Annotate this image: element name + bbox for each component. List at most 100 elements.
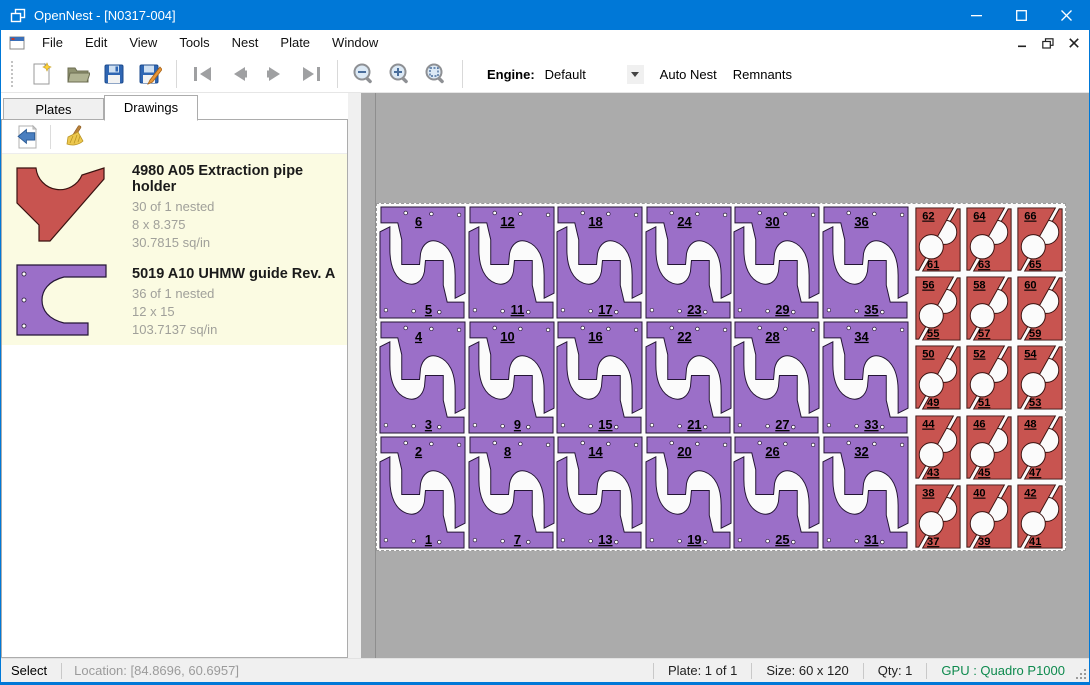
red-part-pair[interactable]: 4847 [1015,414,1065,481]
first-plate-icon[interactable] [185,59,221,89]
red-part-pair[interactable]: 46 45 [964,414,1014,481]
next-plate-icon[interactable] [257,59,293,89]
svg-text:15: 15 [598,417,612,432]
mdi-restore-icon[interactable] [1037,33,1059,53]
previous-plate-icon[interactable] [221,59,257,89]
zoom-in-icon[interactable] [382,59,418,89]
purple-part-pair[interactable]: 2827 [733,321,820,434]
purple-part-pair[interactable]: 2625 [733,436,820,549]
red-part-pair[interactable]: 6059 [1015,275,1065,342]
svg-text:45: 45 [978,467,990,479]
plate[interactable]: 6512111817242330293635431091615222128273… [376,203,1066,551]
engine-value[interactable]: Default [545,67,623,82]
drawing-thumbnail-red [14,159,114,252]
red-part-pair[interactable]: 4443 [913,414,963,481]
svg-text:31: 31 [864,532,878,547]
nest-canvas[interactable]: 6512111817242330293635431091615222128273… [361,93,1089,658]
svg-text:43: 43 [927,467,939,479]
drawing-title: 5019 A10 UHMW guide Rev. A [132,266,335,282]
red-part-pair[interactable]: 6261 [913,206,963,273]
remnants-button[interactable]: Remnants [733,67,792,82]
red-part-pair[interactable]: 5453 [1015,344,1065,411]
purple-part-pair[interactable]: 2221 [645,321,732,434]
svg-text:53: 53 [1029,397,1041,409]
menu-tools[interactable]: Tools [168,30,220,56]
drawing-area: 30.7815 sq/in [132,234,343,252]
purple-part-pair[interactable]: 109 [468,321,555,434]
red-part-pair[interactable]: 5857 [964,275,1014,342]
maximize-icon[interactable] [999,0,1044,30]
purple-part-pair[interactable]: 1211 [468,206,555,319]
svg-text:51: 51 [978,397,990,409]
svg-text:7: 7 [513,532,520,547]
tab-plates[interactable]: Plates [3,98,104,120]
tab-drawings[interactable]: Drawings [104,95,198,121]
red-part-pair[interactable]: 5049 [913,344,963,411]
close-icon[interactable] [1044,0,1089,30]
drawing-item-uhmw-guide[interactable]: 5019 A10 UHMW guide Rev. A 36 of 1 neste… [2,257,347,345]
panel-splitter[interactable] [348,93,361,658]
resize-grip-icon[interactable] [1075,659,1089,682]
red-part-pair[interactable]: 6463 [964,206,1014,273]
svg-text:33: 33 [864,417,878,432]
svg-text:10: 10 [500,329,514,344]
purple-part-pair[interactable]: 43 [379,321,466,434]
zoom-out-icon[interactable] [346,59,382,89]
red-part-pair[interactable]: 4241 [1015,483,1065,550]
zoom-fit-icon[interactable] [418,59,454,89]
toolbar-grip[interactable] [11,61,16,87]
svg-text:64: 64 [973,211,986,223]
purple-part-pair[interactable]: 2423 [645,206,732,319]
menu-view[interactable]: View [118,30,168,56]
purple-part-pair[interactable]: 3231 [822,436,909,549]
clear-broom-icon[interactable] [57,123,91,151]
purple-part-pair[interactable]: 87 [468,436,555,549]
mdi-close-icon[interactable] [1063,33,1085,53]
red-part-pair[interactable]: 6665 [1015,206,1065,273]
status-size: Size: 60 x 120 [752,663,862,678]
svg-text:25: 25 [776,532,790,547]
red-part-pair[interactable]: 3837 [913,483,963,550]
save-as-icon[interactable] [132,59,168,89]
purple-part-pair[interactable]: 2019 [645,436,732,549]
auto-nest-button[interactable]: Auto Nest [660,67,717,82]
red-part-pair[interactable]: 5655 [913,275,963,342]
last-plate-icon[interactable] [293,59,329,89]
svg-text:22: 22 [677,329,691,344]
mdi-minimize-icon[interactable] [1011,33,1033,53]
purple-part-pair[interactable]: 3433 [822,321,909,434]
purple-part-pair[interactable]: 1817 [556,206,643,319]
purple-part-pair[interactable]: 3635 [822,206,909,319]
status-qty: Qty: 1 [864,663,927,678]
open-file-icon[interactable] [60,59,96,89]
new-file-icon[interactable] [24,59,60,89]
red-part-pair[interactable]: 4039 [964,483,1014,550]
drawing-thumbnail-purple [14,262,114,340]
svg-text:35: 35 [864,302,878,317]
svg-text:56: 56 [922,280,934,292]
minimize-icon[interactable] [954,0,999,30]
import-drawing-icon[interactable] [10,123,44,151]
save-icon[interactable] [96,59,132,89]
purple-part-pair[interactable]: 65 [379,206,466,319]
menu-plate[interactable]: Plate [269,30,321,56]
menu-edit[interactable]: Edit [74,30,118,56]
svg-text:19: 19 [687,532,701,547]
purple-part-pair[interactable]: 1615 [556,321,643,434]
app-icon [10,8,26,23]
document-icon[interactable] [9,36,25,50]
svg-text:20: 20 [677,444,691,459]
menu-window[interactable]: Window [321,30,389,56]
drawing-title: 4980 A05 Extraction pipe holder [132,163,343,195]
engine-dropdown-button[interactable] [627,65,644,84]
red-part-pair[interactable]: 5251 [964,344,1014,411]
svg-text:2: 2 [415,444,422,459]
svg-text:46: 46 [973,418,985,430]
svg-text:58: 58 [973,280,985,292]
purple-part-pair[interactable]: 3029 [733,206,820,319]
menu-file[interactable]: File [31,30,74,56]
menu-nest[interactable]: Nest [221,30,270,56]
purple-part-pair[interactable]: 1413 [556,436,643,549]
purple-part-pair[interactable]: 21 [379,436,466,549]
drawing-item-extraction-pipe-holder[interactable]: 4980 A05 Extraction pipe holder 30 of 1 … [2,154,347,257]
